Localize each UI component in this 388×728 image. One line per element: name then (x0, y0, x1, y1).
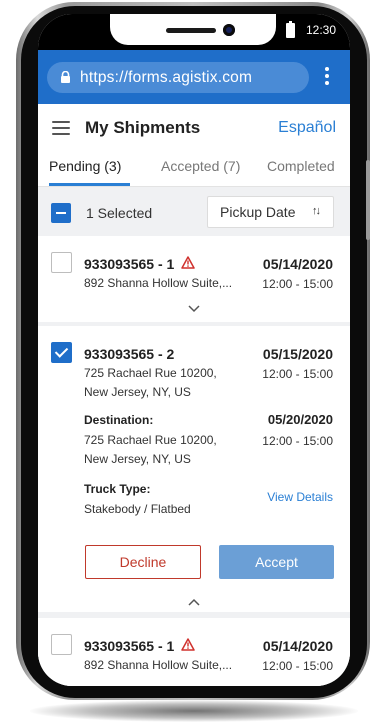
pickup-date: 05/15/2020 (262, 346, 333, 362)
shipment-checkbox[interactable] (51, 634, 72, 655)
destination-time: 12:00 - 15:00 (262, 434, 333, 448)
shipment-id: 933093565 - 1 (84, 256, 175, 272)
destination-address-line1: 725 Rachael Rue 10200, (84, 433, 217, 447)
sort-button[interactable]: Pickup Date ↑↓ (207, 196, 334, 228)
tab-accepted[interactable]: Accepted (7) (161, 158, 240, 174)
pickup-address-line2: New Jersey, NY, US (84, 385, 191, 399)
app-header: My Shipments Español Pending (3) Accepte… (38, 104, 350, 186)
notch (110, 14, 276, 45)
shipment-checkbox[interactable] (51, 342, 72, 363)
tab-pending[interactable]: Pending (3) (49, 158, 121, 174)
shipment-id: 933093565 - 1 (84, 638, 175, 654)
browser-bar: https://forms.agistix.com (38, 50, 350, 104)
destination-label: Destination: (84, 413, 154, 427)
status-bar: 12:30 (38, 14, 350, 50)
speaker (166, 28, 216, 33)
pickup-date: 05/14/2020 (262, 638, 333, 654)
pickup-time: 12:00 - 15:00 (262, 367, 333, 381)
url-text: https://forms.agistix.com (80, 69, 253, 86)
phone-shadow (30, 700, 358, 722)
sort-arrows-icon: ↑↓ (312, 205, 321, 217)
truck-type-label: Truck Type: (84, 482, 151, 496)
destination-address-line2: New Jersey, NY, US (84, 452, 191, 466)
page-title: My Shipments (85, 118, 201, 137)
warning-triangle-icon (181, 256, 195, 269)
chevron-down-icon[interactable] (188, 305, 200, 313)
view-details-link[interactable]: View Details (267, 490, 333, 504)
select-all-checkbox[interactable] (51, 203, 71, 223)
warning-triangle-icon (181, 638, 195, 651)
shipment-card-expanded[interactable]: 933093565 - 2 05/15/2020 725 Rachael Rue… (38, 326, 350, 612)
accept-button[interactable]: Accept (219, 545, 334, 579)
shipment-list: 933093565 - 1 05/14/2020 892 Shanna Holl… (38, 236, 350, 686)
lock-icon (61, 71, 70, 83)
shipment-card[interactable]: 933093565 - 1 05/14/2020 892 Shanna Holl… (38, 618, 350, 686)
status-time: 12:30 (306, 23, 337, 37)
shipment-checkbox[interactable] (51, 252, 72, 273)
pickup-address: 892 Shanna Hollow Suite,... (84, 658, 233, 672)
language-link[interactable]: Español (278, 119, 336, 137)
sort-label: Pickup Date (220, 204, 296, 220)
pickup-address: 892 Shanna Hollow Suite,... (84, 276, 233, 290)
side-button (366, 160, 370, 240)
chevron-up-icon[interactable] (188, 598, 200, 606)
phone-screen: 12:30 https://forms.agistix.com My Shipm… (38, 14, 350, 686)
selection-toolbar: 1 Selected Pickup Date ↑↓ (38, 186, 350, 236)
camera (223, 24, 235, 36)
pickup-time: 12:00 - 15:00 (262, 659, 333, 673)
shipment-card[interactable]: 933093565 - 1 05/14/2020 892 Shanna Holl… (38, 236, 350, 322)
pickup-time: 12:00 - 15:00 (262, 277, 333, 291)
pickup-address-line1: 725 Rachael Rue 10200, (84, 366, 217, 380)
decline-button[interactable]: Decline (85, 545, 201, 579)
truck-type-value: Stakebody / Flatbed (84, 502, 191, 516)
battery-icon (286, 21, 295, 38)
tab-completed[interactable]: Completed (267, 158, 335, 174)
hamburger-icon[interactable] (52, 121, 70, 136)
destination-date: 05/20/2020 (267, 412, 333, 427)
shipment-id: 933093565 - 2 (84, 346, 175, 362)
selected-count: 1 Selected (86, 205, 153, 221)
kebab-menu-icon[interactable] (322, 64, 332, 90)
tab-bar: Pending (3) Accepted (7) Completed (38, 150, 350, 186)
address-bar[interactable]: https://forms.agistix.com (47, 62, 309, 93)
pickup-date: 05/14/2020 (262, 256, 333, 272)
